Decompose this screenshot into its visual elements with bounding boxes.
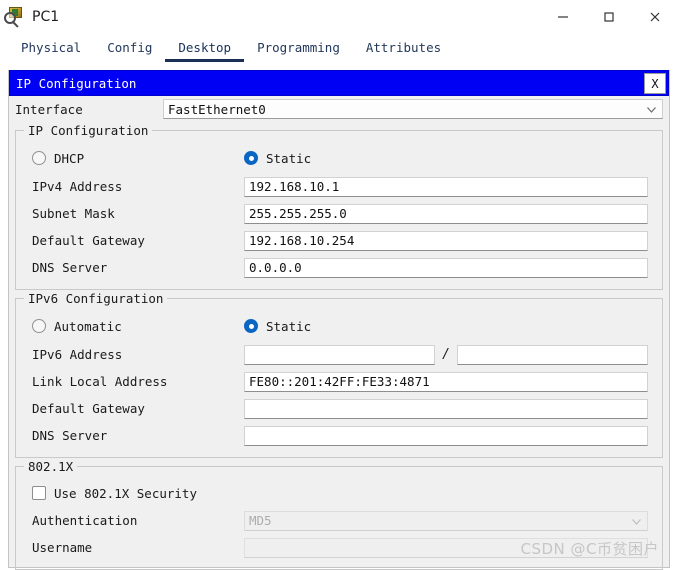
ipv6-static-label: Static: [266, 318, 312, 334]
chevron-down-icon: [632, 518, 641, 525]
ipv4-static-label: Static: [266, 150, 312, 166]
ipv4-group-title: IP Configuration: [24, 123, 153, 138]
ip-configuration-close-button[interactable]: X: [644, 73, 666, 94]
dot1x-group-title: 802.1X: [24, 459, 78, 474]
ipv6-group-title: IPv6 Configuration: [24, 291, 168, 306]
link-local-address-input[interactable]: FE80::201:42FF:FE33:4871: [244, 371, 648, 392]
radio-unselected-icon: [32, 319, 46, 333]
tab-physical[interactable]: Physical: [8, 38, 94, 62]
ipv4-gateway-label: Default Gateway: [32, 233, 145, 248]
authentication-label: Authentication: [32, 513, 138, 528]
ipv6-configuration-group: IPv6 Configuration Automatic Static IPv6…: [15, 291, 663, 458]
ipv4-dns-input[interactable]: 0.0.0.0: [244, 257, 648, 278]
pc-magnifier-icon: [4, 6, 26, 28]
ipv4-dns-label: DNS Server: [32, 260, 108, 275]
ip-configuration-panel: IP Configuration X Interface FastEtherne…: [8, 70, 670, 570]
link-local-address-row: Link Local Address FE80::201:42FF:FE33:4…: [24, 368, 654, 395]
maximize-button[interactable]: [586, 0, 632, 34]
minimize-button[interactable]: [540, 0, 586, 34]
radio-selected-icon: [244, 319, 258, 333]
ipv6-gateway-label: Default Gateway: [32, 401, 145, 416]
use-dot1x-security-checkbox-row[interactable]: Use 802.1X Security: [24, 479, 654, 507]
ipv6-prefix-separator: /: [442, 347, 450, 362]
ip-configuration-titlebar: IP Configuration X: [9, 70, 669, 96]
ipv4-mode-radio-group: DHCP Static: [24, 143, 654, 173]
ipv6-address-label: IPv6 Address: [32, 347, 123, 362]
ipv4-dhcp-label: DHCP: [54, 150, 85, 166]
ipv4-gateway-input[interactable]: 192.168.10.254: [244, 230, 648, 251]
window-controls: [540, 0, 678, 34]
ipv4-static-option[interactable]: Static: [244, 151, 311, 166]
subnet-mask-input[interactable]: 255.255.255.0: [244, 203, 648, 224]
ipv6-static-option[interactable]: Static: [244, 319, 311, 334]
ipv4-dns-row: DNS Server 0.0.0.0: [24, 254, 654, 281]
ipv6-dns-input[interactable]: [244, 425, 648, 446]
dot1x-group: 802.1X Use 802.1X Security Authenticatio…: [15, 459, 663, 570]
ip-configuration-title: IP Configuration: [16, 75, 137, 91]
ipv4-address-row: IPv4 Address 192.168.10.1: [24, 173, 654, 200]
subnet-mask-row: Subnet Mask 255.255.255.0: [24, 200, 654, 227]
ipv6-gateway-row: Default Gateway: [24, 395, 654, 422]
username-row: Username: [24, 534, 654, 561]
interface-select[interactable]: FastEthernet0: [163, 99, 663, 119]
tab-desktop[interactable]: Desktop: [165, 38, 245, 62]
ipv6-dns-label: DNS Server: [32, 428, 108, 443]
interface-row: Interface FastEthernet0: [9, 96, 669, 122]
ipv6-address-input[interactable]: [244, 344, 435, 365]
interface-selected-value: FastEthernet0: [168, 101, 266, 117]
ipv6-mode-radio-group: Automatic Static: [24, 311, 654, 341]
ipv6-dns-row: DNS Server: [24, 422, 654, 449]
link-local-address-label: Link Local Address: [32, 374, 168, 389]
window-titlebar: PC1: [0, 0, 678, 34]
tab-attributes[interactable]: Attributes: [353, 38, 454, 62]
use-dot1x-security-label: Use 802.1X Security: [54, 485, 197, 501]
authentication-row: Authentication MD5: [24, 507, 654, 534]
close-button[interactable]: [632, 0, 678, 34]
ipv4-dhcp-option[interactable]: DHCP: [32, 151, 244, 166]
username-label: Username: [32, 540, 93, 555]
chevron-down-icon: [647, 107, 656, 113]
radio-selected-icon: [244, 151, 258, 165]
subnet-mask-label: Subnet Mask: [32, 206, 115, 221]
authentication-selected-value: MD5: [249, 513, 272, 528]
ipv4-address-label: IPv4 Address: [32, 179, 123, 194]
ipv4-configuration-group: IP Configuration DHCP Static IPv4 Addres…: [15, 123, 663, 290]
ipv6-address-row: IPv6 Address /: [24, 341, 654, 368]
username-input[interactable]: [244, 537, 648, 558]
ipv6-prefix-length-input[interactable]: [457, 344, 648, 365]
ipv6-automatic-label: Automatic: [54, 318, 122, 334]
ipv6-automatic-option[interactable]: Automatic: [32, 319, 244, 334]
ipv4-gateway-row: Default Gateway 192.168.10.254: [24, 227, 654, 254]
close-icon: [650, 12, 660, 22]
tab-config[interactable]: Config: [94, 38, 165, 62]
ipv6-gateway-input[interactable]: [244, 398, 648, 419]
interface-label: Interface: [15, 101, 83, 117]
device-tabs: Physical Config Desktop Programming Attr…: [0, 34, 678, 62]
tab-programming[interactable]: Programming: [244, 38, 353, 62]
radio-unselected-icon: [32, 151, 46, 165]
minimize-icon: [558, 16, 568, 18]
checkbox-unchecked-icon: [32, 486, 46, 500]
window-title: PC1: [32, 9, 60, 25]
maximize-icon: [604, 12, 614, 22]
ipv4-address-input[interactable]: 192.168.10.1: [244, 176, 648, 197]
authentication-select[interactable]: MD5: [244, 510, 648, 531]
